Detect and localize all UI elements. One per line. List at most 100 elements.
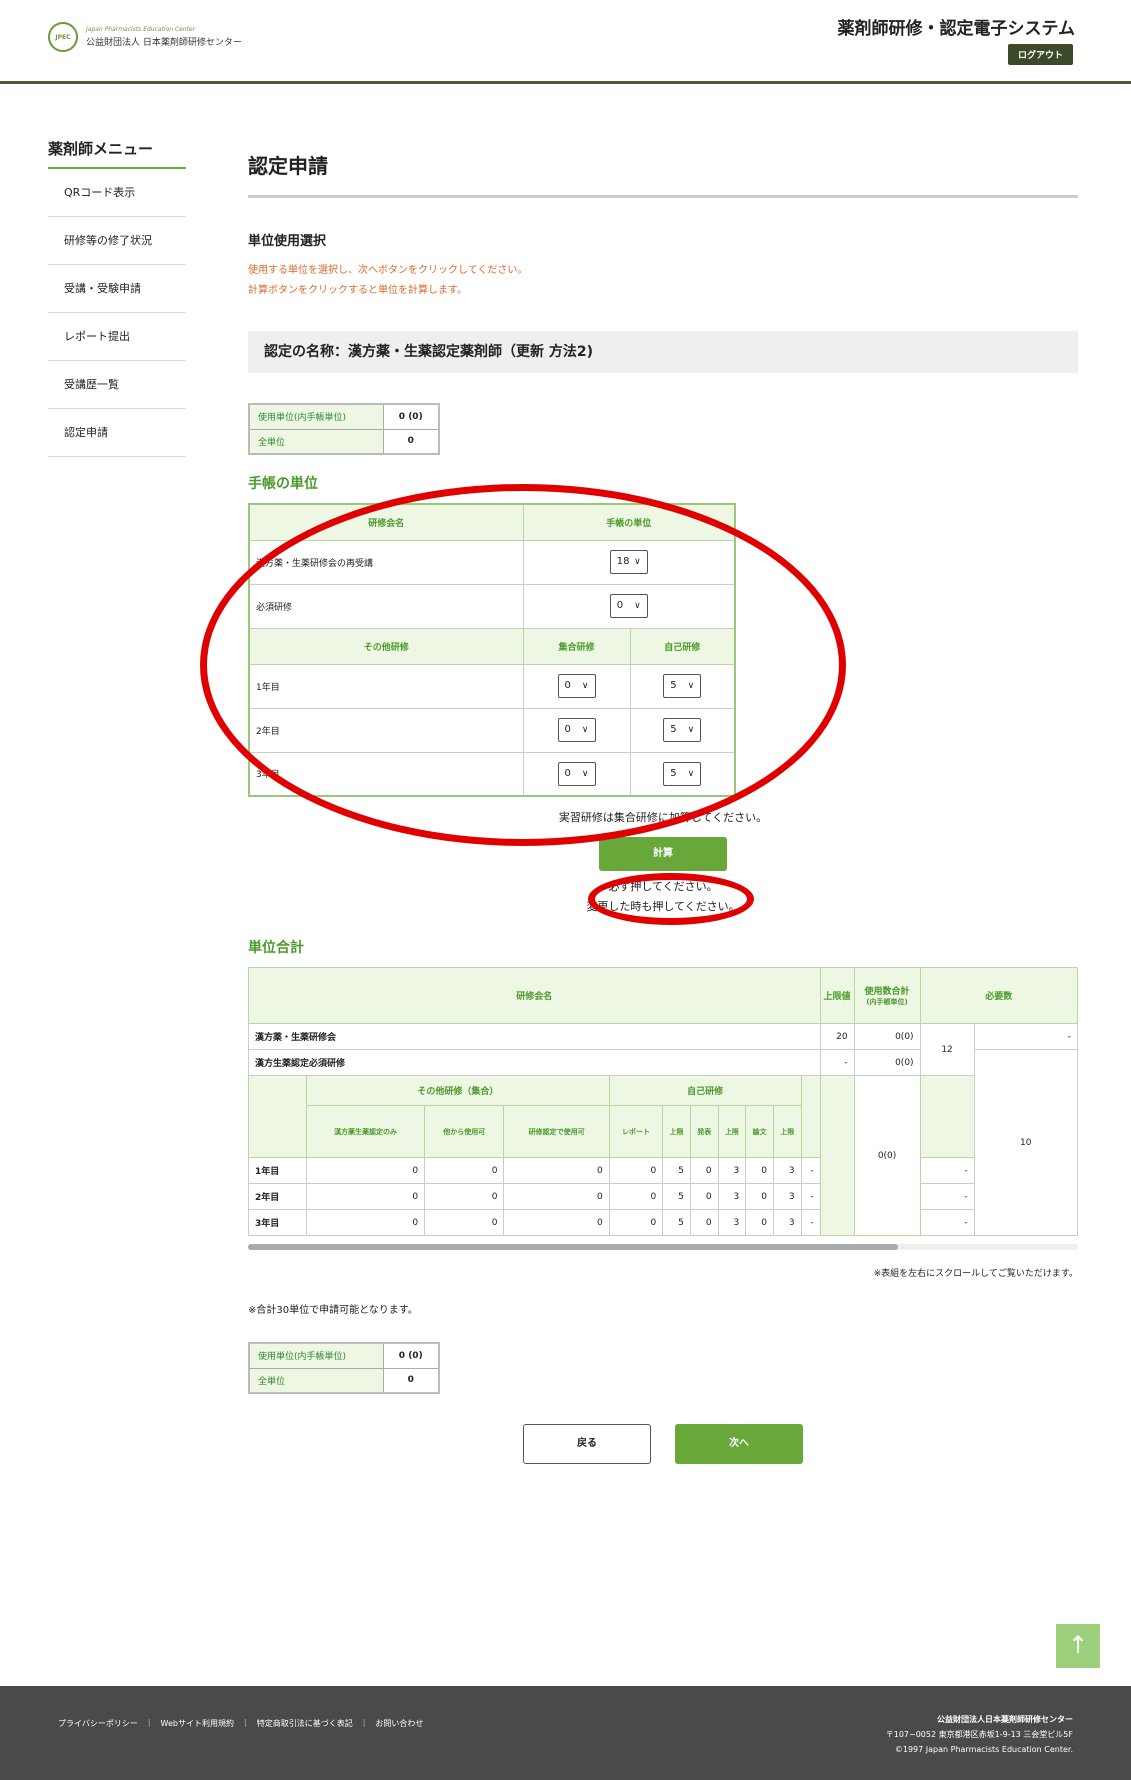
cell: - xyxy=(800,1209,821,1236)
apply-note: ※合計30単位で申請可能となります。 xyxy=(248,1305,418,1316)
sub-header: 論文 xyxy=(745,1105,774,1158)
calculate-button[interactable]: 計算 xyxy=(599,837,727,871)
sum-row-label: 漢方薬・生薬研修会 xyxy=(248,1023,821,1050)
header: JPEC Japan Pharmacists Education Center … xyxy=(0,0,1131,84)
sum-used: 0(0) xyxy=(853,1023,921,1050)
blank-col xyxy=(800,1075,821,1158)
cell: - xyxy=(919,1157,975,1184)
sidebar-item-history[interactable]: 受講歴一覧 xyxy=(48,361,186,409)
sub-header: 上限 xyxy=(662,1105,691,1158)
total-units-value: 0 xyxy=(382,428,440,455)
sum-table: 研修会名 上限値 使用数合計 (内手帳単位) 必要数 漢方薬・生薬研修会 20 0… xyxy=(248,967,1078,1236)
sum-heading: 単位合計 xyxy=(248,940,304,956)
section-label: 単位使用選択 xyxy=(248,234,327,249)
divider: | xyxy=(362,1718,366,1727)
sum-limit: - xyxy=(819,1049,855,1076)
system-title: 薬剤師研修・認定電子システム xyxy=(837,19,1076,39)
action-buttons: 戻る 次へ xyxy=(248,1424,1078,1464)
cell: 3 xyxy=(717,1209,747,1236)
cell: 0 xyxy=(608,1209,664,1236)
annotation-ellipse-calc xyxy=(588,873,754,925)
footer-link-contact[interactable]: お問い合わせ xyxy=(375,1718,423,1729)
logo[interactable]: JPEC Japan Pharmacists Education Center … xyxy=(48,22,242,52)
sub-header: 発表 xyxy=(689,1105,719,1158)
sub-header: 漢方薬生薬認定のみ xyxy=(305,1105,426,1158)
sidebar-item-application[interactable]: 受講・受験申請 xyxy=(48,265,186,313)
page-title: 認定申請 xyxy=(248,150,1078,198)
year-label: 3年目 xyxy=(248,1209,307,1236)
year-col-empty xyxy=(248,1075,307,1158)
cell: - xyxy=(919,1209,975,1236)
footer-link-privacy[interactable]: プライバシーポリシー xyxy=(58,1718,138,1729)
sum-extra: - xyxy=(973,1023,1078,1050)
year-label: 1年目 xyxy=(248,1157,307,1184)
year-label: 2年目 xyxy=(248,1183,307,1210)
cell: 3 xyxy=(772,1209,802,1236)
sub-header: 研修認定で使用可 xyxy=(503,1105,610,1158)
sum-table-scroll[interactable]: 研修会名 上限値 使用数合計 (内手帳単位) 必要数 漢方薬・生薬研修会 20 0… xyxy=(248,967,1078,1236)
cell: - xyxy=(919,1183,975,1210)
instructions: 使用する単位を選択し、次へボタンをクリックしてください。 計算ボタンをクリックす… xyxy=(248,261,1078,301)
year-used: 0(0) xyxy=(853,1075,921,1236)
cell: 0 xyxy=(689,1209,719,1236)
sub-header: 上限 xyxy=(717,1105,747,1158)
cell: 3 xyxy=(717,1183,747,1210)
cell: 0 xyxy=(503,1157,610,1184)
cell: 0 xyxy=(424,1183,505,1210)
annotation-ellipse-techo xyxy=(200,484,846,846)
horizontal-scrollbar[interactable] xyxy=(248,1244,1078,1250)
cell: 0 xyxy=(689,1183,719,1210)
sum-limit: 20 xyxy=(819,1023,855,1050)
cell: 3 xyxy=(772,1183,802,1210)
used-units-value: 0 (0) xyxy=(382,403,440,430)
logo-ja: 公益財団法人 日本薬剤師研修センター xyxy=(86,38,242,48)
scroll-thumb[interactable] xyxy=(248,1244,898,1250)
sum-col-limit: 上限値 xyxy=(819,967,855,1024)
sidebar-title: 薬剤師メニュー xyxy=(48,138,186,169)
sidebar-item-completion[interactable]: 研修等の修了状況 xyxy=(48,217,186,265)
sum-required: 12 xyxy=(919,1023,975,1076)
back-button[interactable]: 戻る xyxy=(523,1424,651,1464)
total-units-value: 0 xyxy=(382,1367,440,1394)
instruction-1: 使用する単位を選択し、次へボタンをクリックしてください。 xyxy=(248,265,528,276)
group-header: その他研修（集合） xyxy=(306,1075,610,1106)
sum-used: 0(0) xyxy=(853,1049,921,1076)
cell: 0 xyxy=(424,1157,505,1184)
cell: 0 xyxy=(745,1157,774,1184)
techo-heading: 手帳の単位 xyxy=(248,476,318,492)
used-units-value: 0 (0) xyxy=(382,1342,440,1369)
footer-links: プライバシーポリシー | Webサイト利用規約 | 特定商取引法に基づく表記 |… xyxy=(58,1718,423,1729)
sub-header: レポート xyxy=(608,1105,664,1158)
back-to-top-button[interactable]: ↑ xyxy=(1056,1624,1100,1668)
divider: | xyxy=(244,1718,247,1727)
cell: 5 xyxy=(662,1209,691,1236)
cell: 5 xyxy=(662,1183,691,1210)
footer: プライバシーポリシー | Webサイト利用規約 | 特定商取引法に基づく表記 |… xyxy=(0,1686,1131,1780)
footer-address: 〒107−0052 東京都港区赤坂1-9-13 三会堂ビル5F xyxy=(885,1730,1073,1739)
sidebar-item-report[interactable]: レポート提出 xyxy=(48,313,186,361)
sidebar-item-qr[interactable]: QRコード表示 xyxy=(48,169,186,217)
footer-link-terms[interactable]: Webサイト利用規約 xyxy=(161,1718,234,1729)
cell: 0 xyxy=(503,1209,610,1236)
next-button[interactable]: 次へ xyxy=(675,1424,803,1464)
sidebar-item-certification[interactable]: 認定申請 xyxy=(48,409,186,457)
footer-link-tokusho[interactable]: 特定商取引法に基づく表記 xyxy=(257,1718,353,1729)
sub-header: 他から使用可 xyxy=(424,1105,505,1158)
footer-copyright: ©1997 Japan Pharmacists Education Center… xyxy=(894,1745,1073,1754)
used-units-label: 使用単位(内手帳単位) xyxy=(248,403,384,430)
scroll-note: ※表組を左右にスクロールしてご覧いただけます。 xyxy=(873,1269,1078,1279)
total-units-label: 全単位 xyxy=(248,1367,384,1394)
footer-org: 公益財団法人日本薬剤師研修センター xyxy=(937,1715,1073,1724)
limit-blank xyxy=(819,1075,855,1236)
unit-summary-table-bottom: 使用単位(内手帳単位) 0 (0) 全単位 0 xyxy=(248,1342,440,1394)
sum-col-course: 研修会名 xyxy=(248,967,821,1024)
sub-header: 上限 xyxy=(772,1105,802,1158)
year-required: 10 xyxy=(973,1049,1078,1236)
req-blank xyxy=(919,1075,975,1158)
cell: 0 xyxy=(305,1183,426,1210)
logout-button[interactable]: ログアウト xyxy=(1007,44,1073,65)
cell: 0 xyxy=(745,1209,774,1236)
divider: | xyxy=(147,1718,151,1727)
cell: 3 xyxy=(772,1157,802,1184)
total-units-label: 全単位 xyxy=(248,428,384,455)
